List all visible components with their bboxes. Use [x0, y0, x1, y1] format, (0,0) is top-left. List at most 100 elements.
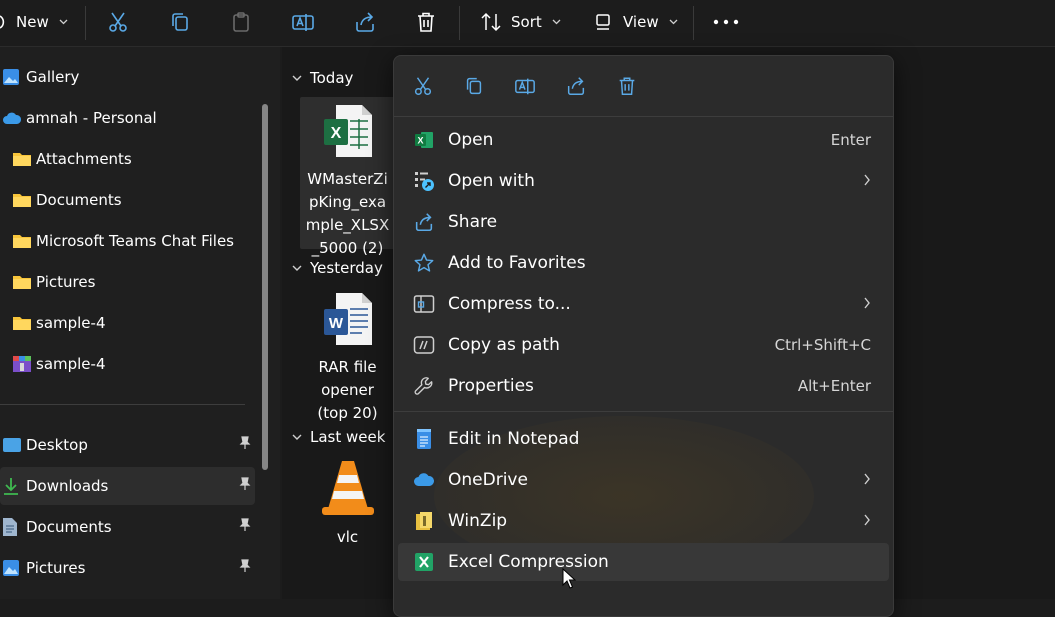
sidebar-item-label: Microsoft Teams Chat Files — [36, 232, 234, 250]
download-arrow-icon — [2, 476, 20, 496]
group-header-today[interactable]: Today — [292, 69, 353, 87]
sidebar-item-sample-4-archive[interactable]: sample-4 — [0, 345, 255, 383]
menu-item-open[interactable]: X Open Enter — [398, 121, 889, 159]
pin-icon — [237, 518, 251, 536]
menu-copy-button[interactable] — [456, 70, 492, 102]
sidebar-item-downloads[interactable]: Downloads — [0, 467, 255, 505]
sidebar-item-teams-chat-files[interactable]: Microsoft Teams Chat Files — [0, 222, 255, 260]
mouse-cursor-icon — [562, 568, 576, 589]
sidebar-item-gallery[interactable]: Gallery — [0, 58, 255, 96]
shortcut-text: Ctrl+Shift+C — [774, 336, 871, 354]
menu-item-label: Excel Compression — [448, 552, 609, 572]
navigation-pane: Gallery amnah - Personal Attachments Doc… — [0, 47, 280, 599]
menu-item-label: Open — [448, 130, 494, 150]
menu-item-share[interactable]: Share — [398, 203, 889, 241]
command-bar: New Sort View — [0, 0, 1055, 47]
rename-icon — [515, 78, 535, 95]
menu-item-label: WinZip — [448, 511, 508, 531]
menu-item-add-to-favorites[interactable]: Add to Favorites — [398, 244, 889, 282]
group-header-last-week[interactable]: Last week — [292, 428, 385, 446]
sidebar-item-attachments[interactable]: Attachments — [0, 140, 255, 178]
group-header-yesterday[interactable]: Yesterday — [292, 259, 383, 277]
file-name-line: WMasterZi — [307, 170, 388, 188]
sidebar-item-label: Pictures — [36, 273, 96, 291]
rename-button[interactable] — [291, 0, 315, 44]
file-item-vlc[interactable]: vlc — [300, 455, 395, 546]
file-item-docx[interactable]: W RAR file opener (top 20) — [300, 287, 395, 422]
sidebar-item-pictures[interactable]: Pictures — [0, 549, 255, 587]
onedrive-cloud-icon — [2, 111, 22, 125]
pictures-icon — [2, 559, 20, 577]
archive-icon — [12, 355, 32, 373]
view-button[interactable]: View — [593, 0, 678, 44]
pin-icon — [237, 436, 251, 454]
paste-button[interactable] — [229, 0, 253, 44]
share-button[interactable] — [353, 0, 377, 44]
sidebar-scrollbar[interactable] — [262, 104, 268, 470]
file-name-line: RAR file — [318, 358, 377, 376]
word-file-icon: W — [323, 293, 372, 345]
file-name: vlc — [336, 528, 359, 546]
delete-button[interactable] — [414, 0, 438, 44]
menu-item-label: Properties — [448, 376, 534, 396]
pin-icon — [237, 559, 251, 577]
share-icon — [356, 12, 374, 32]
context-menu: X Open Enter Open with Share Add to Favo… — [393, 55, 894, 617]
excel-app-icon: X — [412, 128, 436, 152]
sidebar-item-documents-onedrive[interactable]: Documents — [0, 181, 255, 219]
scissors-icon — [109, 12, 127, 32]
chevron-down-icon — [292, 265, 302, 271]
menu-item-label: Edit in Notepad — [448, 429, 580, 449]
chevron-down-icon — [552, 19, 561, 25]
wrench-icon — [412, 374, 436, 398]
menu-rename-button[interactable] — [507, 70, 543, 102]
trash-icon — [418, 12, 434, 32]
menu-item-copy-as-path[interactable]: Copy as path Ctrl+Shift+C — [398, 326, 889, 364]
vlc-cone-icon — [321, 461, 374, 515]
menu-item-edit-in-notepad[interactable]: Edit in Notepad — [398, 420, 889, 458]
sidebar-item-onedrive-personal[interactable]: amnah - Personal — [0, 99, 255, 137]
sort-button[interactable]: Sort — [479, 0, 561, 44]
menu-item-open-with[interactable]: Open with — [398, 162, 889, 200]
menu-item-onedrive[interactable]: OneDrive — [398, 461, 889, 499]
menu-item-winzip[interactable]: WinZip — [398, 502, 889, 540]
chevron-down-icon — [669, 19, 678, 25]
sidebar-item-documents[interactable]: Documents — [0, 508, 255, 546]
menu-item-label: Add to Favorites — [448, 253, 586, 273]
toolbar-divider — [693, 6, 694, 40]
new-plus-icon — [0, 15, 5, 29]
menu-item-properties[interactable]: Properties Alt+Enter — [398, 367, 889, 405]
view-label: View — [623, 13, 659, 31]
menu-item-label: Share — [448, 212, 498, 232]
menu-cut-button[interactable] — [405, 70, 441, 102]
more-options-button[interactable] — [713, 0, 739, 44]
new-button[interactable]: New — [0, 0, 72, 44]
group-label: Yesterday — [310, 259, 383, 277]
menu-share-button[interactable] — [558, 70, 594, 102]
sort-label: Sort — [511, 13, 542, 31]
view-icon — [596, 14, 610, 30]
sidebar-item-sample-4-folder[interactable]: sample-4 — [0, 304, 255, 342]
chevron-down-icon — [59, 19, 68, 25]
group-label: Today — [310, 69, 354, 87]
file-name-line: mple_XLSX — [305, 216, 390, 234]
file-name-line: opener — [321, 381, 374, 399]
svg-text:X: X — [417, 136, 423, 146]
menu-item-label: Copy as path — [448, 335, 560, 355]
sidebar-item-label: Downloads — [26, 477, 109, 495]
cut-button[interactable] — [106, 0, 130, 44]
menu-item-compress-to[interactable]: Compress to... — [398, 285, 889, 323]
folder-icon — [12, 274, 32, 290]
folder-icon — [12, 192, 32, 208]
sidebar-item-desktop[interactable]: Desktop — [0, 426, 255, 464]
copy-button[interactable] — [168, 0, 192, 44]
desktop-icon — [2, 437, 22, 453]
menu-item-excel-compression[interactable]: Excel Compression — [398, 543, 889, 581]
open-with-icon — [412, 169, 436, 193]
menu-delete-button[interactable] — [609, 70, 645, 102]
file-item-xlsx[interactable]: X WMasterZi pKing_exa mple_XLSX _5000 (2… — [300, 97, 395, 257]
copy-icon — [466, 77, 482, 95]
menu-item-label: Compress to... — [448, 294, 571, 314]
sidebar-item-label: Pictures — [26, 559, 86, 577]
sidebar-item-pictures-onedrive[interactable]: Pictures — [0, 263, 255, 301]
